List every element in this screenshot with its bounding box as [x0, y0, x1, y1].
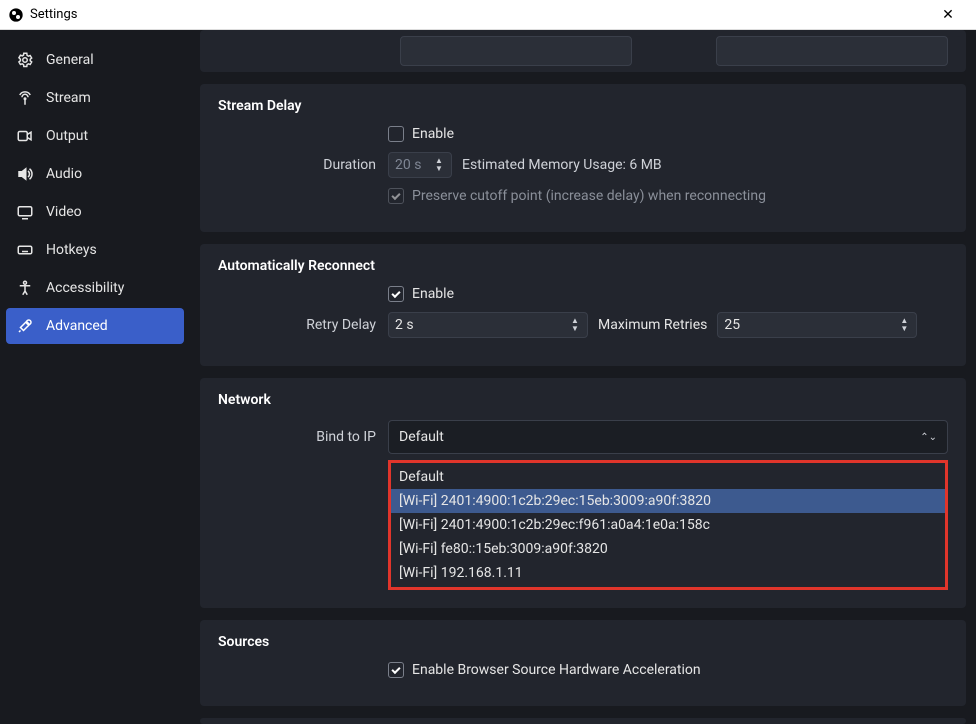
max-retries-label: Maximum Retries: [598, 317, 707, 333]
sidebar-item-output[interactable]: Output: [6, 118, 184, 154]
panel-title: Network: [218, 392, 948, 408]
checkbox-icon: [388, 286, 404, 302]
retry-delay-label: Retry Delay: [218, 317, 388, 333]
sidebar-item-stream[interactable]: Stream: [6, 80, 184, 116]
preserve-cutoff-checkbox[interactable]: Preserve cutoff point (increase delay) w…: [388, 188, 766, 204]
spinbox-value: 25: [724, 317, 894, 333]
panel-auto-reconnect: Automatically Reconnect Enable Retry Del…: [200, 244, 966, 366]
checkbox-label: Preserve cutoff point (increase delay) w…: [412, 188, 766, 204]
panel-title: Sources: [218, 634, 948, 650]
top-input-2[interactable]: [716, 36, 948, 66]
spinbox-value: 2 s: [395, 317, 565, 333]
antenna-icon: [16, 89, 34, 107]
spin-buttons[interactable]: ▲▼: [433, 157, 445, 173]
dropdown-option[interactable]: [Wi-Fi] fe80::15eb:3009:a90f:3820: [391, 537, 945, 561]
sidebar-item-label: Audio: [46, 166, 82, 182]
chevron-down-icon: ▼: [898, 325, 910, 333]
sidebar-item-label: Advanced: [46, 318, 108, 334]
chevron-down-icon: ▼: [569, 325, 581, 333]
keyboard-icon: [16, 241, 34, 259]
sidebar-item-video[interactable]: Video: [6, 194, 184, 230]
sidebar-item-advanced[interactable]: Advanced: [6, 308, 184, 344]
bind-ip-dropdown[interactable]: Default ⌃⌄: [388, 420, 948, 454]
accessibility-icon: [16, 279, 34, 297]
max-retries-spinbox[interactable]: 25 ▲▼: [717, 312, 917, 338]
replay-input[interactable]: [400, 36, 632, 66]
sidebar-item-label: Hotkeys: [46, 242, 97, 258]
sidebar-item-label: General: [46, 52, 94, 68]
spinbox-value: 20 s: [395, 157, 429, 173]
sidebar: General Stream Output Audio Video Hotkey…: [0, 30, 190, 724]
panel-sources: Sources Enable Browser Source Hardware A…: [200, 620, 966, 706]
sidebar-item-general[interactable]: General: [6, 42, 184, 78]
browser-hw-accel-checkbox[interactable]: Enable Browser Source Hardware Accelerat…: [388, 662, 701, 678]
sidebar-item-label: Video: [46, 204, 82, 220]
sidebar-item-label: Accessibility: [46, 280, 124, 296]
output-icon: [16, 127, 34, 145]
checkbox-label: Enable Browser Source Hardware Accelerat…: [412, 662, 701, 678]
checkbox-label: Enable: [412, 126, 454, 142]
panel-title: Stream Delay: [218, 98, 948, 114]
dropdown-value: Default: [399, 429, 920, 445]
panel-stream-delay: Stream Delay Enable Duration 20 s ▲▼: [200, 84, 966, 232]
stream-delay-enable-checkbox[interactable]: Enable: [388, 126, 454, 142]
tools-icon: [16, 317, 34, 335]
checkbox-icon: [388, 188, 404, 204]
memory-hint: Estimated Memory Usage: 6 MB: [462, 157, 662, 173]
sidebar-item-accessibility[interactable]: Accessibility: [6, 270, 184, 306]
speaker-icon: [16, 165, 34, 183]
titlebar: Settings ✕: [0, 0, 976, 30]
sidebar-item-audio[interactable]: Audio: [6, 156, 184, 192]
checkbox-icon: [388, 662, 404, 678]
panel-title: Automatically Reconnect: [218, 258, 948, 274]
panel-network: Network Bind to IP Default ⌃⌄ Default [W…: [200, 378, 966, 608]
chevron-updown-icon: ⌃⌄: [920, 432, 937, 443]
duration-spinbox[interactable]: 20 s ▲▼: [388, 152, 452, 178]
chevron-down-icon: ▼: [433, 165, 445, 173]
bind-ip-label: Bind to IP: [218, 429, 388, 445]
dropdown-option[interactable]: [Wi-Fi] 2401:4900:1c2b:29ec:f961:a0a4:1e…: [391, 513, 945, 537]
bind-ip-dropdown-list: Default [Wi-Fi] 2401:4900:1c2b:29ec:15eb…: [388, 460, 948, 590]
sidebar-item-label: Output: [46, 128, 88, 144]
auto-reconnect-enable-checkbox[interactable]: Enable: [388, 286, 454, 302]
content-area: Stream Delay Enable Duration 20 s ▲▼: [190, 30, 976, 724]
panel-cutoff: [200, 718, 966, 724]
duration-label: Duration: [218, 157, 388, 173]
sidebar-item-label: Stream: [46, 90, 91, 106]
window-title: Settings: [30, 7, 77, 22]
checkbox-label: Enable: [412, 286, 454, 302]
checkbox-icon: [388, 126, 404, 142]
dropdown-option[interactable]: Default: [391, 465, 945, 489]
monitor-icon: [16, 203, 34, 221]
gear-icon: [16, 51, 34, 69]
close-button[interactable]: ✕: [928, 7, 968, 23]
retry-delay-spinbox[interactable]: 2 s ▲▼: [388, 312, 588, 338]
dropdown-option[interactable]: [Wi-Fi] 2401:4900:1c2b:29ec:15eb:3009:a9…: [391, 489, 945, 513]
app-icon: [8, 7, 24, 23]
spin-buttons[interactable]: ▲▼: [569, 317, 581, 333]
dropdown-option[interactable]: [Wi-Fi] 192.168.1.11: [391, 561, 945, 585]
sidebar-item-hotkeys[interactable]: Hotkeys: [6, 232, 184, 268]
spin-buttons[interactable]: ▲▼: [898, 317, 910, 333]
